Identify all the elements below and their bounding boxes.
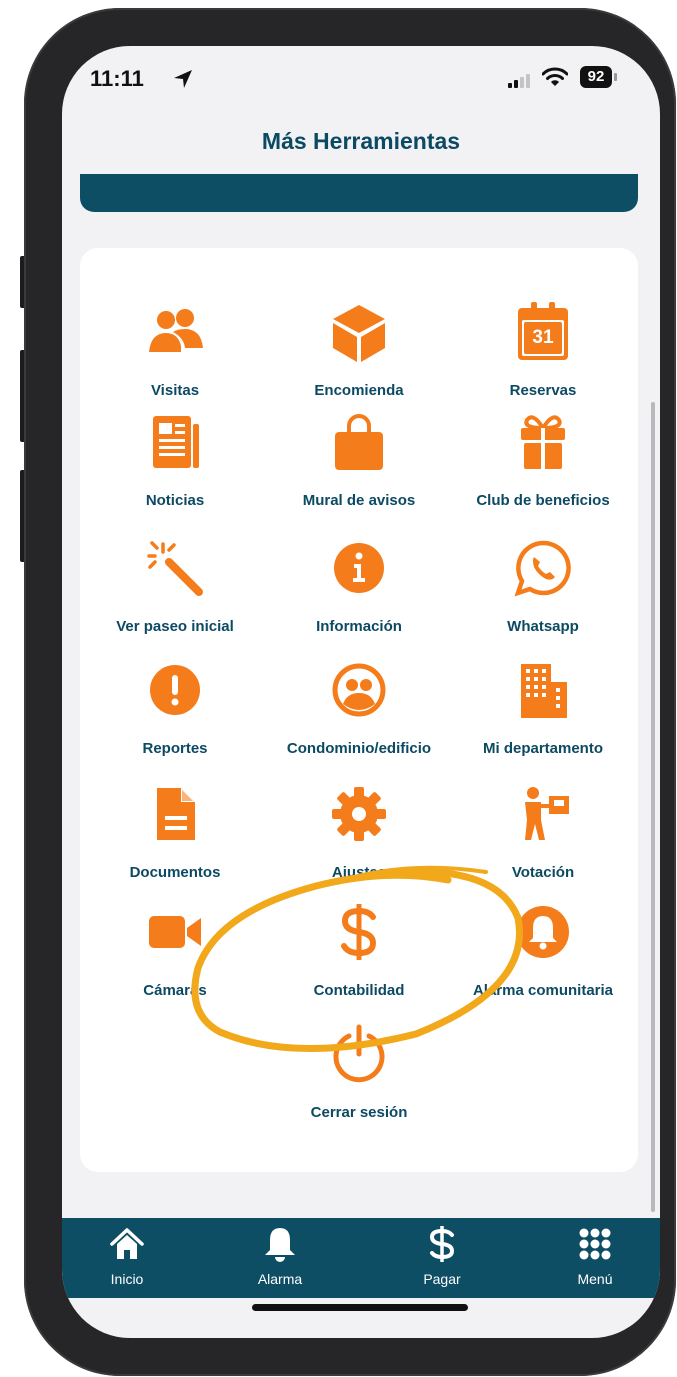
highlight-circle-annotation <box>191 865 523 1052</box>
location-arrow-icon <box>174 70 192 88</box>
users-icon <box>149 309 203 352</box>
document-icon <box>157 788 195 840</box>
scrollbar[interactable] <box>651 402 655 1212</box>
tool-label: Información <box>316 618 402 635</box>
battery-tip <box>614 73 617 81</box>
gift-icon <box>521 415 565 469</box>
magic-wand-icon <box>147 541 203 596</box>
community-icon <box>332 663 386 717</box>
tool-visitas[interactable]: Visitas <box>80 302 270 422</box>
tab-label: Alarma <box>257 1271 303 1287</box>
person-box-icon <box>525 787 569 840</box>
tool-condominio-edificio[interactable]: Condominio/edificio <box>264 660 454 780</box>
info-icon <box>334 543 384 593</box>
newspaper-icon <box>153 416 199 468</box>
grid-icon <box>579 1228 611 1260</box>
tool-label: Visitas <box>150 382 200 399</box>
building-icon <box>521 664 567 718</box>
tool-ver-paseo-inicial[interactable]: Ver paseo inicial <box>80 538 270 658</box>
tool-label: Reportes <box>142 740 208 757</box>
tab-alarma[interactable]: Alarma <box>225 1218 335 1298</box>
tool-reservas[interactable]: 31 Reservas <box>448 302 638 422</box>
wifi-icon <box>542 67 568 86</box>
tool-label: Reservas <box>509 382 577 399</box>
tab-menu[interactable]: Menú <box>540 1218 650 1298</box>
tool-label: Club de beneficios <box>476 492 610 509</box>
tool-reportes[interactable]: Reportes <box>80 660 270 780</box>
tool-label: Ver paseo inicial <box>116 618 234 635</box>
tool-club-de-beneficios[interactable]: Club de beneficios <box>448 412 638 532</box>
tool-noticias[interactable]: Noticias <box>80 412 270 532</box>
page-title: Más Herramientas <box>261 128 461 154</box>
bell-icon <box>265 1228 295 1262</box>
dollar-icon <box>429 1226 455 1262</box>
header-banner <box>80 174 638 212</box>
tool-whatsapp[interactable]: Whatsapp <box>448 538 638 658</box>
tool-encomienda[interactable]: Encomienda <box>264 302 454 422</box>
home-icon <box>110 1228 144 1259</box>
status-time: 11:11 <box>90 66 144 91</box>
status-bar: 11:11 92 <box>62 46 660 116</box>
app-screen: 11:11 92 Más Herramientas Visitas Encomi… <box>62 46 660 1338</box>
tool-informacion[interactable]: Información <box>264 538 454 658</box>
tool-label: Cerrar sesión <box>310 1104 408 1121</box>
tool-mural-de-avisos[interactable]: Mural de avisos <box>264 412 454 532</box>
tool-label: Encomienda <box>314 382 404 399</box>
tool-label: Whatsapp <box>507 618 579 635</box>
tool-label: Mi departamento <box>482 740 603 757</box>
calendar-day-text: 31 <box>532 327 554 348</box>
box-icon <box>333 305 385 362</box>
tool-mi-departamento[interactable]: Mi departamento <box>448 660 638 780</box>
tab-label: Pagar <box>423 1271 461 1287</box>
shopping-bag-icon <box>335 414 383 470</box>
tab-inicio[interactable]: Inicio <box>72 1218 182 1298</box>
exclamation-icon <box>150 665 200 715</box>
home-indicator <box>252 1304 468 1311</box>
battery-indicator: 92 <box>580 66 612 88</box>
whatsapp-icon <box>514 540 571 597</box>
tool-label: Condominio/edificio <box>286 740 432 757</box>
tool-label: Noticias <box>145 492 205 509</box>
gear-icon <box>332 787 386 841</box>
tab-pagar[interactable]: Pagar <box>387 1218 497 1298</box>
tab-label: Menú <box>577 1271 613 1287</box>
tab-label: Inicio <box>110 1271 144 1287</box>
tool-label: Mural de avisos <box>302 492 416 509</box>
bottom-tab-bar: Inicio Alarma Pagar Menú <box>62 1218 660 1298</box>
